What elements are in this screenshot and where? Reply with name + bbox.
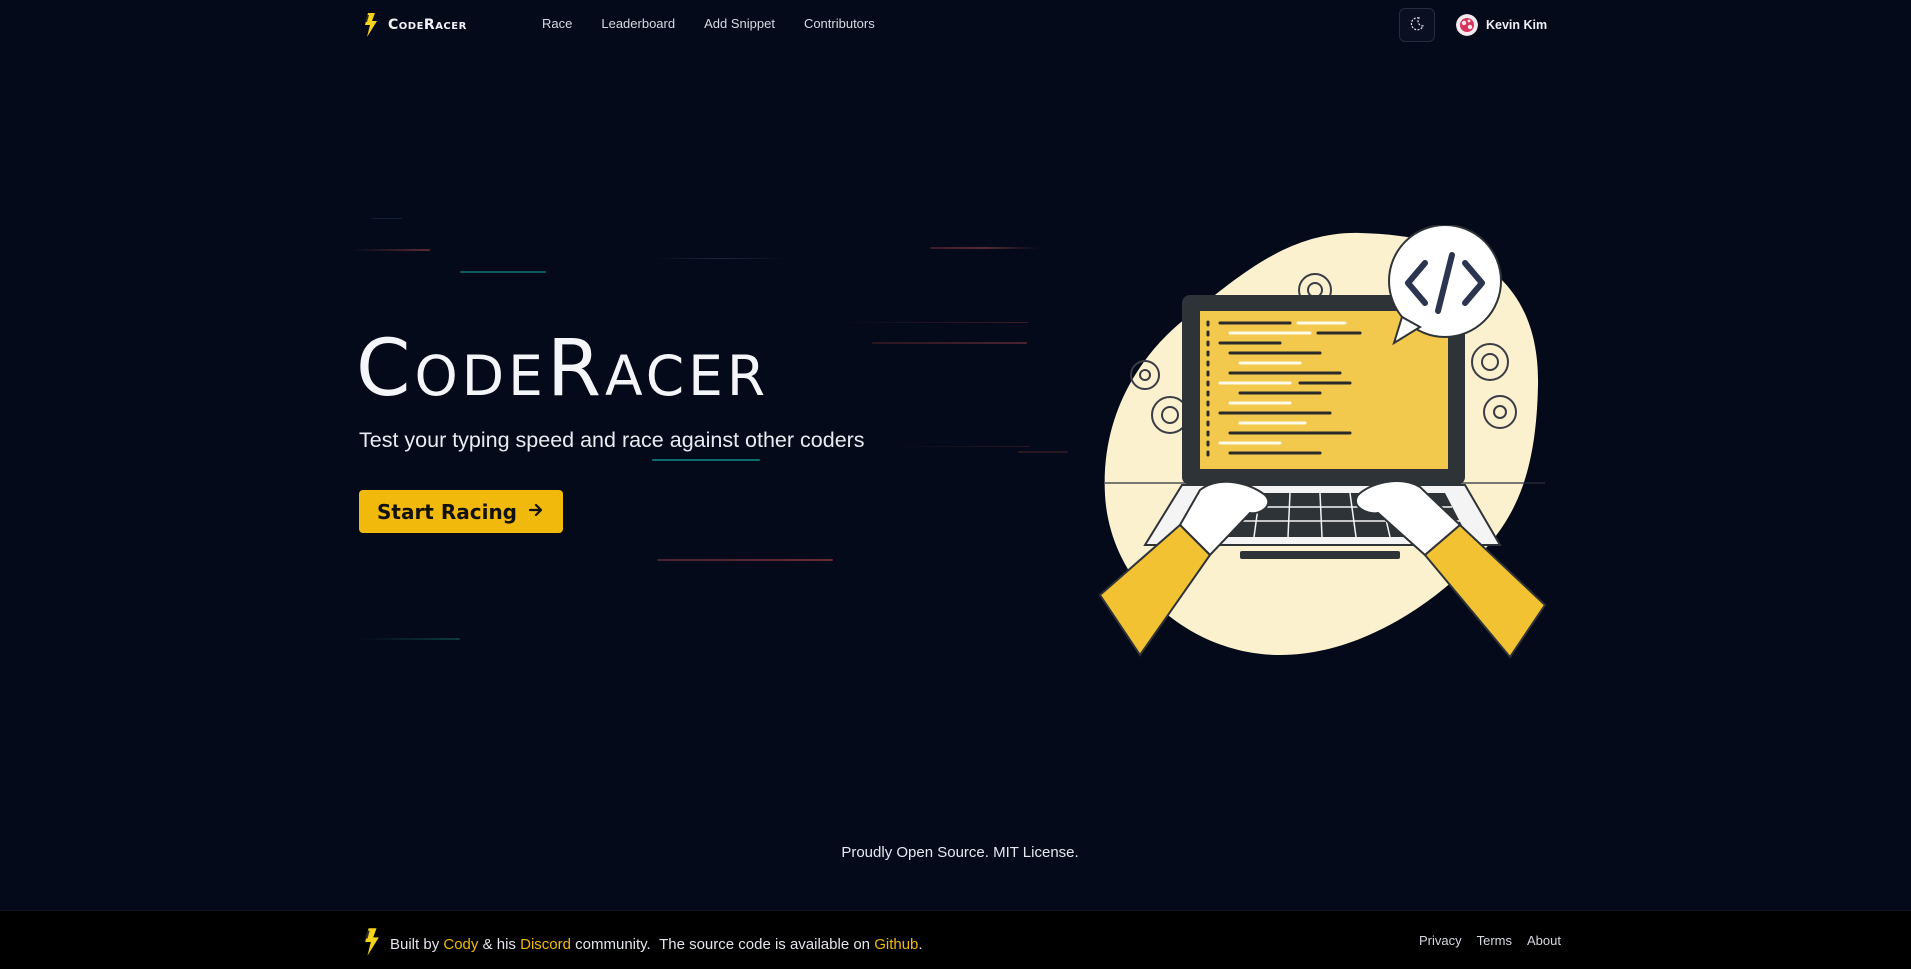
- hero-subtitle: Test your typing speed and race against …: [359, 428, 865, 452]
- built-by-text: Built by: [390, 936, 440, 953]
- footer-credits: Built by Cody & his Discord community. T…: [364, 927, 923, 962]
- decor-streak: [890, 446, 1030, 447]
- avatar: [1456, 14, 1478, 36]
- brand-logo-link[interactable]: CodeRacer: [364, 13, 467, 37]
- footer-link-privacy[interactable]: Privacy: [1419, 933, 1462, 948]
- nav-link-race[interactable]: Race: [542, 16, 572, 31]
- nav-link-contributors[interactable]: Contributors: [804, 16, 875, 31]
- decor-streak: [372, 218, 402, 219]
- hero-illustration: [1090, 224, 1550, 665]
- github-link[interactable]: Github: [874, 936, 918, 953]
- nav-link-add-snippet[interactable]: Add Snippet: [704, 16, 775, 31]
- decor-streak: [460, 271, 546, 273]
- hero-title: CodeRacer: [356, 324, 770, 414]
- start-racing-label: Start Racing: [376, 499, 517, 524]
- decor-streak: [655, 258, 785, 259]
- user-name: Kevin Kim: [1486, 18, 1548, 32]
- decor-streak: [652, 459, 760, 461]
- footer-links: Privacy Terms About: [1419, 933, 1561, 948]
- amp-his-text: & his: [482, 936, 516, 953]
- discord-link[interactable]: Discord: [520, 936, 571, 953]
- footer-link-terms[interactable]: Terms: [1477, 933, 1512, 948]
- decor-streak: [1018, 451, 1068, 453]
- top-nav: CodeRacer Race Leaderboard Add Snippet C…: [0, 0, 1911, 50]
- decor-streak: [838, 322, 1028, 323]
- footer-link-about[interactable]: About: [1527, 933, 1561, 948]
- decor-streak: [360, 638, 460, 640]
- user-menu[interactable]: Kevin Kim: [1456, 14, 1547, 36]
- arrow-right-icon: [527, 500, 545, 524]
- footer-credits-text: Built by Cody & his Discord community. T…: [390, 936, 923, 953]
- site-footer: Built by Cody & his Discord community. T…: [0, 910, 1911, 969]
- source-code-text: The source code is available on: [659, 936, 871, 953]
- decor-streak: [872, 342, 1027, 344]
- moon-icon: [1409, 16, 1425, 35]
- decor-streak: [350, 249, 430, 251]
- decor-streak: [930, 247, 1038, 249]
- community-text: community.: [575, 936, 651, 953]
- lightning-bolt-icon: [364, 927, 380, 962]
- nav-link-leaderboard[interactable]: Leaderboard: [601, 16, 675, 31]
- decor-streak: [657, 559, 833, 561]
- author-link[interactable]: Cody: [443, 936, 478, 953]
- page: CodeRacer Race Leaderboard Add Snippet C…: [0, 0, 1911, 969]
- lightning-bolt-icon: [364, 13, 378, 37]
- main-nav-links: Race Leaderboard Add Snippet Contributor…: [542, 16, 875, 31]
- start-racing-button[interactable]: Start Racing: [359, 490, 563, 533]
- brand-name: CodeRacer: [388, 17, 467, 33]
- period-text: .: [918, 936, 923, 953]
- license-text: Proudly Open Source. MIT License.: [841, 844, 1079, 861]
- theme-toggle-button[interactable]: [1399, 8, 1435, 42]
